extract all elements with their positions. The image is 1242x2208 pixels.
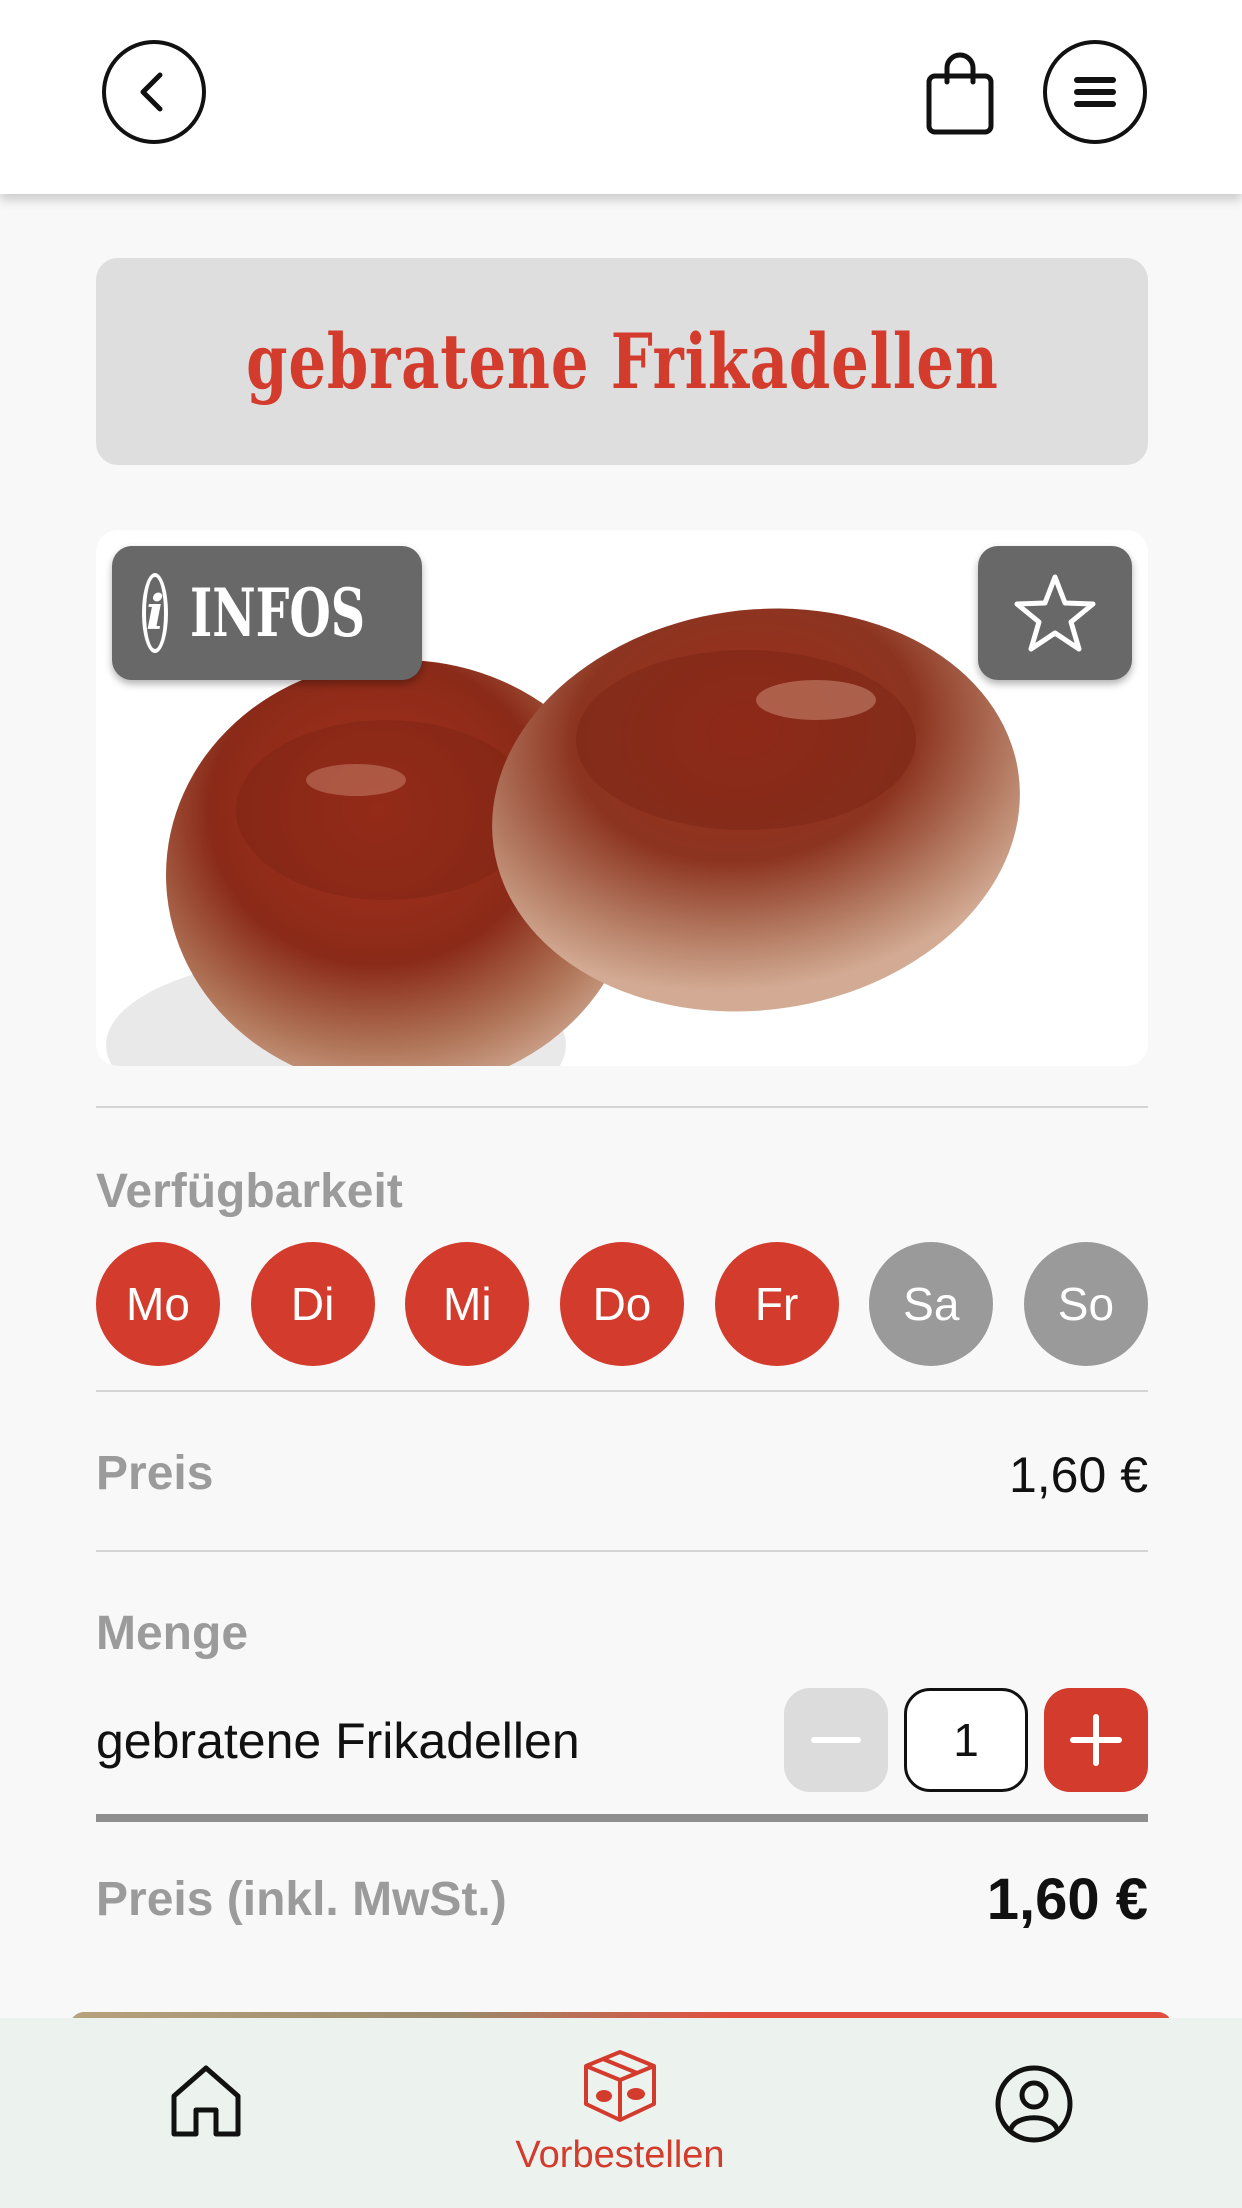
app-header <box>0 0 1242 194</box>
divider <box>96 1106 1148 1108</box>
tab-vorbestellen-label: Vorbestellen <box>515 2134 725 2176</box>
quantity-label: Menge <box>96 1607 249 1660</box>
bottom-tab-bar: Vorbestellen <box>0 2018 1242 2208</box>
day-badge-so: So <box>1023 1242 1148 1366</box>
product-title-box: gebratene Frikadellen <box>96 258 1148 465</box>
availability-days: Mo Di Mi Do Fr Sa So <box>96 1242 1148 1366</box>
product-title: gebratene Frikadellen <box>245 317 999 406</box>
day-badge-mo: Mo <box>96 1242 220 1366</box>
cart-button[interactable] <box>920 48 1000 140</box>
quantity-field[interactable]: 1 <box>904 1688 1028 1792</box>
minus-icon <box>811 1737 861 1743</box>
star-icon <box>1014 574 1096 652</box>
product-image-card: i INFOS <box>96 530 1148 1066</box>
tab-home[interactable] <box>166 2060 246 2140</box>
favorite-button[interactable] <box>978 546 1132 680</box>
increase-button[interactable] <box>1044 1688 1148 1792</box>
total-label: Preis (inkl. MwSt.) <box>96 1873 507 1926</box>
hamburger-menu-icon <box>1074 77 1116 107</box>
price-label: Preis <box>96 1447 214 1500</box>
tab-profile[interactable] <box>994 2064 1074 2144</box>
chevron-left-icon <box>140 72 163 112</box>
infos-button[interactable]: i INFOS <box>112 546 422 680</box>
total-divider <box>96 1814 1148 1822</box>
home-icon <box>171 2065 241 2137</box>
infos-label: INFOS <box>190 574 366 652</box>
price-value: 1,60 € <box>1008 1447 1148 1503</box>
info-icon: i <box>142 573 169 653</box>
day-badge-sa: Sa <box>869 1242 994 1366</box>
user-icon <box>995 2065 1073 2143</box>
decrease-button[interactable] <box>784 1688 888 1792</box>
menu-button[interactable] <box>1043 40 1147 144</box>
divider <box>96 1390 1148 1392</box>
day-badge-di: Di <box>250 1242 375 1366</box>
day-badge-do: Do <box>559 1242 684 1366</box>
plus-icon <box>1070 1714 1122 1766</box>
total-value: 1,60 € <box>986 1867 1148 1932</box>
quantity-item-name: gebratene Frikadellen <box>96 1713 580 1769</box>
divider <box>96 1550 1148 1552</box>
day-badge-mi: Mi <box>405 1242 530 1366</box>
box-icon <box>584 2050 656 2122</box>
day-badge-fr: Fr <box>714 1242 839 1366</box>
availability-label: Verfügbarkeit <box>96 1165 403 1218</box>
tab-vorbestellen[interactable]: Vorbestellen <box>470 2048 770 2177</box>
back-button[interactable] <box>102 40 206 144</box>
shopping-bag-icon <box>926 52 994 135</box>
quantity-stepper: 1 <box>784 1688 1148 1792</box>
